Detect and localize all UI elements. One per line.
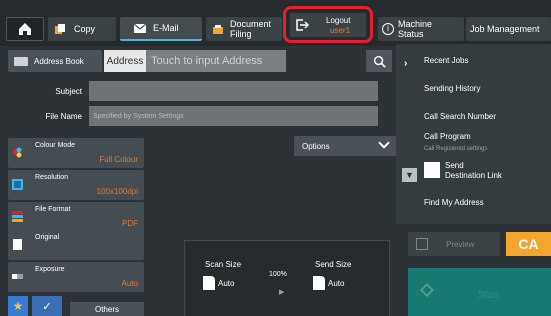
preview-label: Preview <box>446 239 475 249</box>
file-format-label: File Format <box>35 206 71 213</box>
find-my-address-item[interactable]: Find My Address <box>424 198 484 207</box>
address-search-button[interactable] <box>366 50 392 72</box>
original-icon <box>13 239 22 250</box>
logout-user: user1 <box>330 26 351 35</box>
colour-mode-button[interactable]: Colour Mode Full Colour <box>8 138 144 168</box>
call-program-sub: Call Registered settings <box>424 146 488 152</box>
send-destination-label-line1: Send <box>445 161 464 170</box>
call-program-item[interactable]: Call Program <box>424 132 471 141</box>
favorites-button[interactable]: ★ <box>8 296 28 316</box>
email-mode-button[interactable]: E-Mail <box>120 17 202 41</box>
chevron-down-icon: ▼ <box>405 170 414 180</box>
send-size-label: Send Size <box>315 260 352 269</box>
exposure-label: Exposure <box>35 266 65 273</box>
exposure-value: Auto <box>121 279 138 288</box>
scan-size-panel[interactable]: Scan Size Auto 100% ▶ Send Size Auto <box>184 240 390 316</box>
star-icon: ★ <box>12 299 24 313</box>
resolution-button[interactable]: Resolution 100x100dpi <box>8 170 144 200</box>
ratio-label: 100% <box>269 271 287 278</box>
colour-mode-label: Colour Mode <box>35 142 76 149</box>
original-button[interactable]: Original <box>8 230 144 260</box>
options-label: Options <box>302 141 330 151</box>
filing-icon <box>213 25 223 34</box>
chevron-right-icon[interactable]: › <box>404 58 407 69</box>
resolution-icon <box>12 179 23 190</box>
send-destination-label: Send Destination Link <box>445 161 502 181</box>
filename-input[interactable]: Specified by System Settings <box>89 106 378 126</box>
top-bar: Copy E-Mail Document Filing Logout user1… <box>0 0 551 46</box>
address-label: Address <box>104 50 146 72</box>
info-icon: i <box>382 23 394 35</box>
resolution-value: 100x100dpi <box>96 187 138 196</box>
job-management-label: Job Management <box>470 24 540 34</box>
mail-icon <box>134 23 146 33</box>
scanner-screen: Copy E-Mail Document Filing Logout user1… <box>0 0 551 316</box>
logout-button[interactable]: Logout user1 <box>290 13 366 37</box>
colour-mode-value: Full Colour <box>99 155 138 164</box>
file-format-button[interactable]: File Format PDF <box>8 202 144 232</box>
preview-button[interactable]: Preview <box>408 232 500 256</box>
logout-label: Logout <box>326 16 351 25</box>
start-label: Start <box>478 290 500 301</box>
exposure-button[interactable]: Exposure Auto <box>8 262 144 292</box>
check-button[interactable]: ✓ <box>32 296 62 316</box>
checkmark-icon: ✓ <box>42 300 52 313</box>
logout-icon <box>296 19 309 31</box>
file-format-value: PDF <box>122 219 138 228</box>
clear-all-label: CA <box>518 236 539 252</box>
resolution-label: Resolution <box>35 174 69 181</box>
send-size-value: Auto <box>328 279 345 288</box>
filename-label: File Name <box>45 112 82 121</box>
expand-menu-button[interactable]: ▼ <box>402 168 417 182</box>
home-button[interactable] <box>6 17 44 41</box>
logout-highlight: Logout user1 <box>283 6 373 43</box>
document-filing-label-line1: Document <box>230 19 272 29</box>
options-button[interactable]: Options <box>294 136 396 156</box>
chevron-down-icon <box>378 137 390 149</box>
address-input[interactable]: Touch to input Address <box>146 50 286 72</box>
send-destination-checkbox[interactable] <box>424 162 440 178</box>
start-icon <box>419 282 435 298</box>
start-button[interactable]: Start <box>408 268 551 316</box>
subject-label: Subject <box>55 87 82 96</box>
document-filing-label-line2: Filing <box>230 29 252 39</box>
machine-status-text: Machine Status <box>398 19 432 39</box>
arrow-right-icon: ▶ <box>279 289 285 296</box>
machine-status-label-line1: Machine <box>398 19 433 29</box>
search-icon <box>373 55 386 68</box>
original-label: Original <box>35 234 60 241</box>
machine-status-button[interactable]: i Machine Status <box>378 17 464 41</box>
call-search-number-item[interactable]: Call Search Number <box>424 112 496 121</box>
copy-icon <box>55 24 65 34</box>
copy-mode-button[interactable]: Copy <box>48 17 116 41</box>
document-icon <box>203 276 215 290</box>
scan-size-value: Auto <box>218 279 235 288</box>
scan-size-label: Scan Size <box>205 260 242 269</box>
job-management-button[interactable]: Job Management <box>466 17 551 41</box>
machine-status-label-line2: Status <box>398 29 424 39</box>
clear-all-button[interactable]: CA <box>506 232 551 256</box>
address-book-label: Address Book <box>34 56 84 66</box>
sending-history-item[interactable]: Sending History <box>424 84 480 93</box>
subject-input[interactable] <box>89 81 378 101</box>
address-book-icon <box>14 56 28 66</box>
copy-mode-label: Copy <box>74 24 96 34</box>
document-icon <box>313 276 325 290</box>
document-filing-button[interactable]: Document Filing <box>206 17 282 41</box>
others-button[interactable]: Others <box>70 302 144 316</box>
exposure-icon <box>12 274 23 279</box>
preview-icon <box>416 238 428 250</box>
recent-jobs-item[interactable]: Recent Jobs <box>424 56 468 65</box>
email-mode-label: E-Mail <box>153 23 179 33</box>
send-destination-label-line2: Destination Link <box>445 171 502 180</box>
file-format-icon <box>12 211 23 222</box>
document-filing-text: Document Filing <box>230 19 271 39</box>
action-panel: › Recent Jobs Sending History Call Searc… <box>396 44 551 224</box>
address-book-button[interactable]: Address Book <box>8 50 102 72</box>
colour-mode-icon <box>12 147 22 158</box>
others-label: Others <box>94 304 119 314</box>
home-icon <box>19 23 31 35</box>
